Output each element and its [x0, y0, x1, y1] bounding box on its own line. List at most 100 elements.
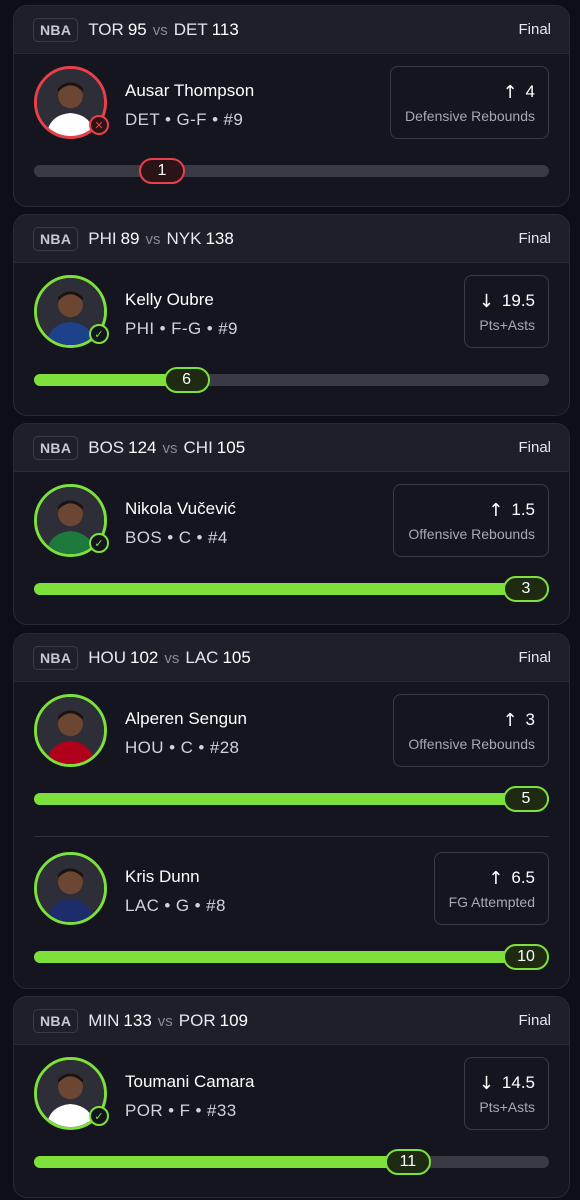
stat-line-box: ↑ 3 Offensive Rebounds — [393, 694, 549, 767]
player-pick[interactable]: Kris Dunn LAC • G • #8 ↑ 6.5 FG Attempted 10 — [34, 836, 549, 988]
progress-fill — [34, 1156, 426, 1168]
stat-line-value: 1.5 — [511, 500, 535, 519]
stat-label: Offensive Rebounds — [408, 735, 535, 752]
vs-label: vs — [157, 1012, 173, 1030]
vs-label: vs — [164, 649, 180, 667]
away-team: MIN — [88, 1010, 120, 1030]
player-avatar — [34, 694, 107, 767]
stat-line-box: ↑ 4 Defensive Rebounds — [390, 66, 549, 139]
arrow-up-icon: ↑ — [488, 867, 504, 889]
game-status: Final — [518, 649, 551, 666]
away-score: 133 — [123, 1010, 152, 1030]
player-pick[interactable]: ✓ Toumani Camara POR • F • #33 ↓ 14.5 Pts+Ast… — [14, 1045, 569, 1197]
progress-fill — [34, 793, 549, 805]
progress-bar: 11 — [34, 1149, 549, 1175]
home-score: 138 — [205, 228, 234, 248]
home-score: 105 — [222, 647, 251, 667]
player-meta: BOS • C • #4 — [125, 528, 228, 547]
progress-marker: 10 — [503, 944, 549, 970]
matchup: PHI 89 vs NYK 138 — [88, 229, 234, 249]
progress-bar: 6 — [34, 367, 549, 393]
hit-check-icon: ✓ — [89, 324, 109, 344]
player-pick[interactable]: ✕ Ausar Thompson DET • G-F • #9 ↑ 4 Defensive… — [14, 54, 569, 206]
game-card[interactable]: NBA MIN 133 vs POR 109 Final ✓ Toumani Camara POR… — [13, 996, 570, 1198]
vs-label: vs — [162, 439, 178, 457]
home-score: 105 — [216, 437, 246, 457]
player-pick[interactable]: Alperen Sengun HOU • C • #28 ↑ 3 Offensive R… — [14, 682, 569, 836]
game-status: Final — [518, 230, 551, 247]
away-score: 124 — [128, 437, 157, 457]
player-avatar-wrap: ✓ — [34, 484, 109, 557]
away-team: TOR — [88, 19, 124, 39]
player-meta: DET • G-F • #9 — [125, 110, 244, 129]
league-badge: NBA — [33, 226, 79, 251]
league-badge: NBA — [33, 1008, 79, 1033]
progress-bar: 10 — [34, 944, 549, 970]
stat-line-value: 3 — [525, 710, 535, 729]
progress-marker: 11 — [384, 1149, 431, 1175]
stat-line-box: ↑ 6.5 FG Attempted — [433, 852, 549, 925]
stat-line: ↑ 6.5 — [488, 868, 535, 889]
player-name: Nikola Vučević — [125, 499, 236, 518]
progress-bar: 5 — [34, 786, 549, 812]
player-name: Kelly Oubre — [125, 290, 214, 309]
stat-line-value: 6.5 — [511, 868, 535, 887]
player-pick[interactable]: ✓ Nikola Vučević BOS • C • #4 ↑ 1.5 Offensive… — [14, 472, 569, 624]
arrow-up-icon: ↑ — [488, 499, 504, 521]
game-card[interactable]: NBA BOS 124 vs CHI 105 Final ✓ Nikola Vučević BOS… — [13, 423, 570, 625]
game-header: NBA HOU 102 vs LAC 105 Final — [14, 634, 569, 682]
stat-line-value: 4 — [525, 82, 535, 101]
away-score: 102 — [130, 647, 159, 667]
stat-label: Offensive Rebounds — [408, 525, 535, 542]
progress-marker: 6 — [163, 367, 210, 393]
matchup: BOS 124 vs CHI 105 — [88, 438, 245, 458]
stat-line-value: 14.5 — [501, 1073, 535, 1092]
home-team: DET — [173, 19, 208, 39]
arrow-up-icon: ↑ — [502, 81, 518, 103]
progress-fill — [34, 951, 549, 963]
away-score: 89 — [120, 228, 140, 248]
player-avatar-wrap — [34, 694, 107, 767]
game-card[interactable]: NBA PHI 89 vs NYK 138 Final ✓ Kelly Oubre PHI • F… — [13, 214, 570, 416]
matchup: HOU 102 vs LAC 105 — [88, 648, 251, 668]
game-card[interactable]: NBA HOU 102 vs LAC 105 Final Alperen Sengun HOU … — [13, 633, 570, 989]
stat-label: Defensive Rebounds — [405, 107, 535, 124]
progress-fill — [34, 583, 549, 595]
stat-line: ↑ 4 — [502, 82, 535, 103]
player-pick[interactable]: ✓ Kelly Oubre PHI • F-G • #9 ↓ 19.5 Pts+Asts 6 — [14, 263, 569, 415]
home-team: LAC — [185, 647, 219, 667]
progress-marker: 5 — [503, 786, 549, 812]
game-card[interactable]: NBA TOR 95 vs DET 113 Final ✕ Ausar Thompson DET … — [13, 5, 570, 207]
player-name: Alperen Sengun — [125, 709, 247, 728]
away-team: BOS — [88, 437, 125, 457]
game-status: Final — [518, 1012, 551, 1029]
league-badge: NBA — [33, 435, 79, 460]
away-score: 95 — [127, 19, 147, 39]
stat-line-box: ↑ 1.5 Offensive Rebounds — [393, 484, 549, 557]
player-meta: LAC • G • #8 — [125, 896, 226, 915]
stat-line-box: ↓ 19.5 Pts+Asts — [463, 275, 549, 348]
arrow-down-icon: ↓ — [478, 1072, 494, 1094]
stat-label: FG Attempted — [448, 893, 535, 910]
miss-x-icon: ✕ — [89, 115, 109, 135]
player-name: Ausar Thompson — [125, 81, 255, 100]
player-avatar — [34, 852, 107, 925]
progress-marker: 1 — [138, 158, 185, 184]
progress-marker: 3 — [503, 576, 549, 602]
progress-bar: 3 — [34, 576, 549, 602]
game-status: Final — [518, 21, 551, 38]
game-status: Final — [518, 439, 551, 456]
stat-line: ↓ 14.5 — [479, 1073, 535, 1094]
game-header: NBA BOS 124 vs CHI 105 Final — [14, 424, 569, 472]
player-avatar-wrap: ✓ — [34, 275, 109, 348]
player-avatar-wrap: ✕ — [34, 66, 109, 139]
hit-check-icon: ✓ — [89, 533, 109, 553]
player-meta: POR • F • #33 — [125, 1101, 237, 1120]
home-team: CHI — [183, 437, 213, 457]
stat-line-value: 19.5 — [501, 291, 535, 310]
stat-line: ↓ 19.5 — [479, 291, 535, 312]
game-header: NBA TOR 95 vs DET 113 Final — [14, 6, 569, 54]
player-meta: HOU • C • #28 — [125, 738, 240, 757]
player-meta: PHI • F-G • #9 — [125, 319, 238, 338]
stat-line-box: ↓ 14.5 Pts+Asts — [463, 1057, 549, 1130]
